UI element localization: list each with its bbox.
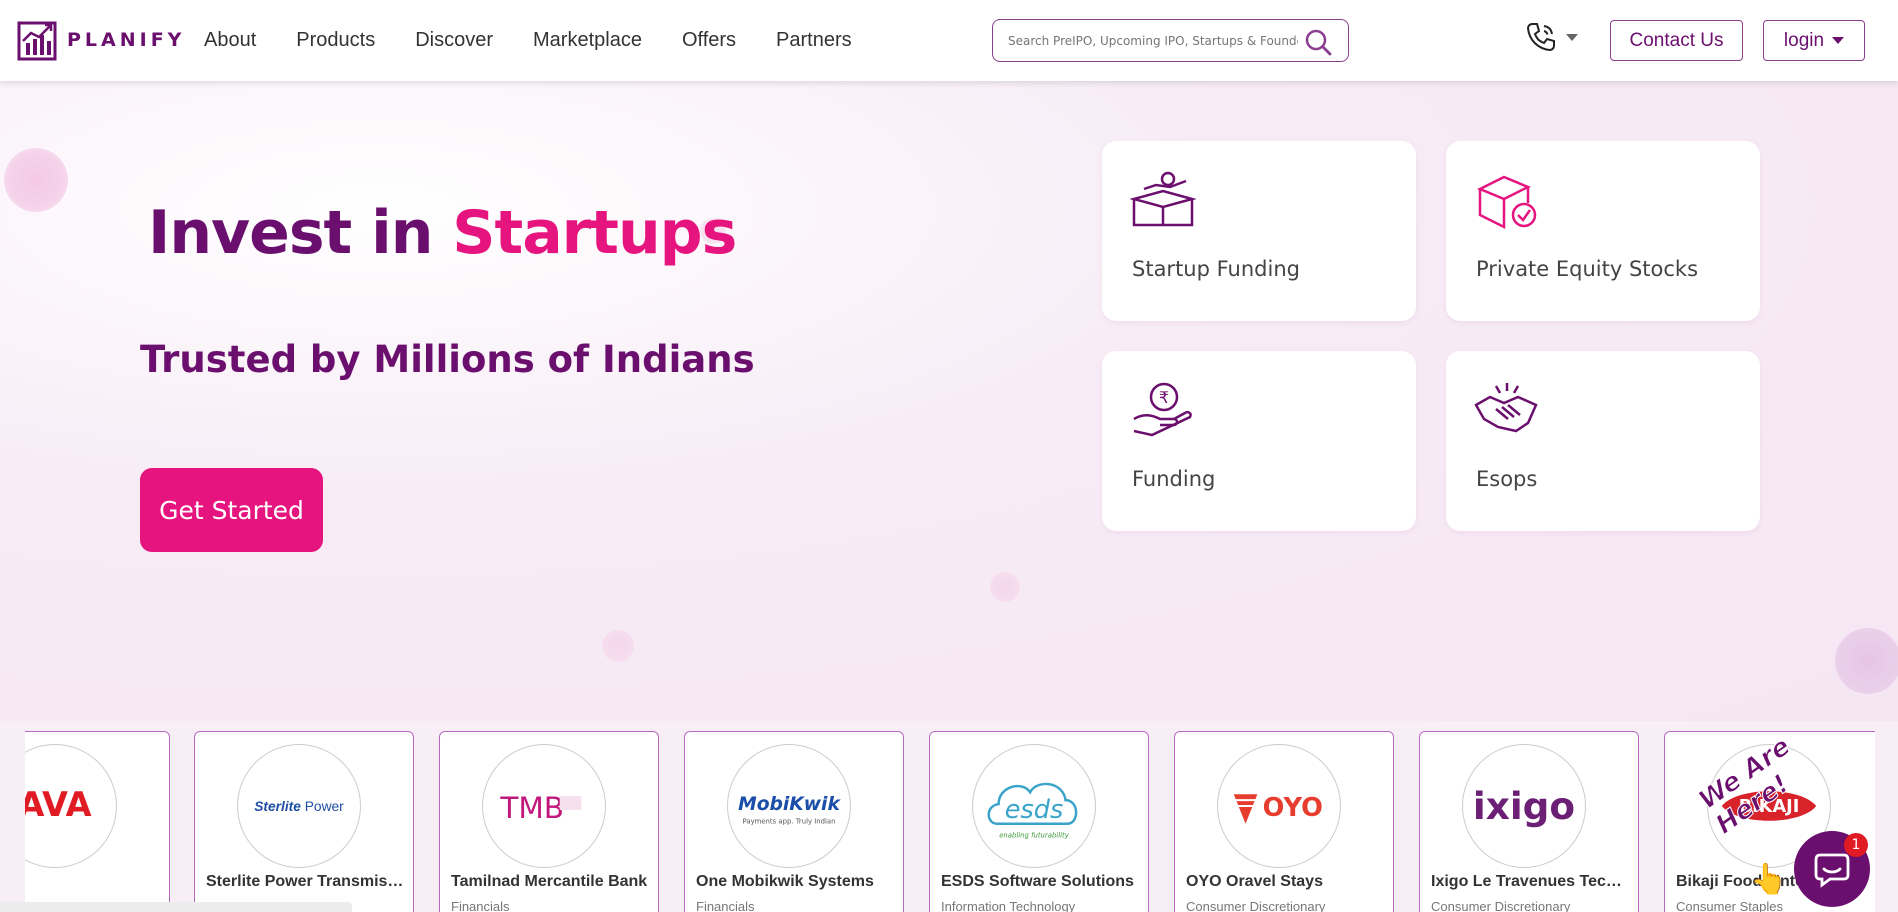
oyo-logo: OYO	[1233, 793, 1323, 824]
company-card-oyo[interactable]: OYO OYO Oravel Stays Consumer Discretion…	[1174, 731, 1394, 912]
company-name: Tamilnad Mercantile Bank	[451, 873, 648, 890]
chevron-down-icon	[1832, 37, 1845, 44]
company-logo: TMB	[482, 744, 606, 868]
get-started-button[interactable]: Get Started	[140, 468, 323, 552]
box-coin-icon	[1130, 171, 1196, 227]
hero-title-accent: Startups	[452, 198, 737, 268]
svg-text:enabling futurability: enabling futurability	[999, 831, 1070, 839]
company-name: ESDS Software Solutions	[941, 873, 1134, 890]
box-check-icon	[1476, 175, 1537, 230]
rupee-hand-icon: ₹	[1133, 382, 1192, 437]
svg-text:OYO: OYO	[1263, 793, 1323, 823]
decorative-bubble	[1835, 628, 1898, 694]
svg-text:ixigo: ixigo	[1473, 784, 1575, 828]
company-logo: esds enabling futurability	[972, 744, 1096, 868]
ixigo-logo: ixigo	[1473, 784, 1575, 828]
logo-wordmark: PLANIFY	[67, 29, 186, 51]
company-card-mobikwik[interactable]: MobiKwik Payments app. Truly Indian One …	[684, 731, 904, 912]
sterlite-logo: Sterlite Power	[254, 799, 344, 814]
card-label: Funding	[1132, 467, 1216, 491]
company-logo: ixigo	[1462, 744, 1586, 868]
svg-text:AVA: AVA	[25, 785, 92, 824]
planify-logo[interactable]: PLANIFY	[17, 19, 185, 61]
company-card-ixigo[interactable]: ixigo Ixigo Le Travenues Technol... Cons…	[1419, 731, 1639, 912]
svg-text:Payments app. Truly Indian: Payments app. Truly Indian	[743, 818, 836, 826]
pointing-hand-icon: 👆	[1750, 862, 1788, 897]
svg-text:MobiKwik: MobiKwik	[738, 794, 841, 815]
search-input[interactable]	[1008, 33, 1298, 48]
handshake-icon	[1474, 383, 1538, 433]
company-logo: AVA	[25, 744, 117, 868]
card-funding[interactable]: ₹ Funding	[1102, 351, 1416, 531]
card-esops[interactable]: Esops	[1446, 351, 1760, 531]
company-sector: Financials	[451, 899, 510, 912]
card-label: Esops	[1476, 467, 1538, 491]
svg-text:esds: esds	[1005, 795, 1064, 825]
card-startup-funding[interactable]: Startup Funding	[1102, 141, 1416, 321]
company-sector: Information Technology	[941, 899, 1076, 912]
company-card-ava[interactable]: AVA	[25, 731, 170, 912]
phone-dropdown[interactable]	[1524, 20, 1578, 54]
logo-chart-icon	[17, 21, 57, 61]
nav-discover[interactable]: Discover	[415, 26, 493, 54]
decorative-bubble	[602, 630, 634, 662]
nav-offers[interactable]: Offers	[682, 26, 736, 54]
company-sector: Financials	[696, 899, 755, 912]
company-name: One Mobikwik Systems	[696, 873, 874, 890]
chevron-down-icon	[1566, 33, 1578, 41]
chat-bubble-icon	[1814, 853, 1850, 888]
company-card-tmb[interactable]: TMB Tamilnad Mercantile Bank Financials	[439, 731, 659, 912]
company-carousel: AVA Sterlite Power Sterlite Power Transm…	[25, 731, 1875, 912]
mobikwik-logo: MobiKwik Payments app. Truly Indian	[738, 794, 841, 826]
main-nav: About Products Discover Marketplace Offe…	[204, 26, 892, 54]
company-name: OYO Oravel Stays	[1186, 873, 1323, 890]
company-name: Sterlite Power Transmission	[206, 873, 406, 890]
card-label: Private Equity Stocks	[1476, 257, 1699, 281]
search-icon[interactable]	[1304, 28, 1332, 56]
browser-status-bar	[0, 902, 352, 912]
card-private-equity-stocks[interactable]: Private Equity Stocks	[1446, 141, 1760, 321]
esds-logo: esds enabling futurability	[987, 782, 1078, 839]
ava-logo: AVA	[25, 785, 92, 824]
decorative-bubble	[990, 572, 1020, 602]
company-card-sterlite[interactable]: Sterlite Power Sterlite Power Transmissi…	[194, 731, 414, 912]
login-label: login	[1783, 29, 1825, 51]
company-logo: Sterlite Power	[237, 744, 361, 868]
top-navbar: PLANIFY About Products Discover Marketpl…	[0, 0, 1898, 81]
nav-products[interactable]: Products	[296, 26, 375, 54]
nav-marketplace[interactable]: Marketplace	[533, 26, 642, 54]
hero-subtitle: Trusted by Millions of Indians	[140, 338, 755, 381]
hero-title-main: Invest in	[148, 198, 453, 268]
tmb-logo: TMB	[499, 791, 582, 825]
company-sector: Consumer Discretionary	[1431, 899, 1571, 912]
contact-us-button[interactable]: Contact Us	[1610, 20, 1743, 61]
company-logo: MobiKwik Payments app. Truly Indian	[727, 744, 851, 868]
nav-partners[interactable]: Partners	[776, 26, 852, 54]
company-logo: OYO	[1217, 744, 1341, 868]
search-box	[992, 19, 1349, 62]
company-card-esds[interactable]: esds enabling futurability ESDS Software…	[929, 731, 1149, 912]
company-name: Ixigo Le Travenues Technol...	[1431, 873, 1631, 890]
decorative-bubble	[4, 148, 68, 212]
company-sector: Consumer Discretionary	[1186, 899, 1326, 912]
chat-notification-badge: 1	[1844, 833, 1868, 857]
phone-icon	[1526, 23, 1555, 52]
svg-text:₹: ₹	[1159, 388, 1169, 407]
hero-title: Invest in Startups	[148, 198, 737, 268]
nav-about[interactable]: About	[204, 26, 256, 54]
login-button[interactable]: login	[1763, 20, 1865, 61]
svg-text:TMB: TMB	[499, 791, 564, 825]
svg-text:Sterlite Power: Sterlite Power	[254, 799, 344, 814]
card-label: Startup Funding	[1132, 257, 1300, 281]
